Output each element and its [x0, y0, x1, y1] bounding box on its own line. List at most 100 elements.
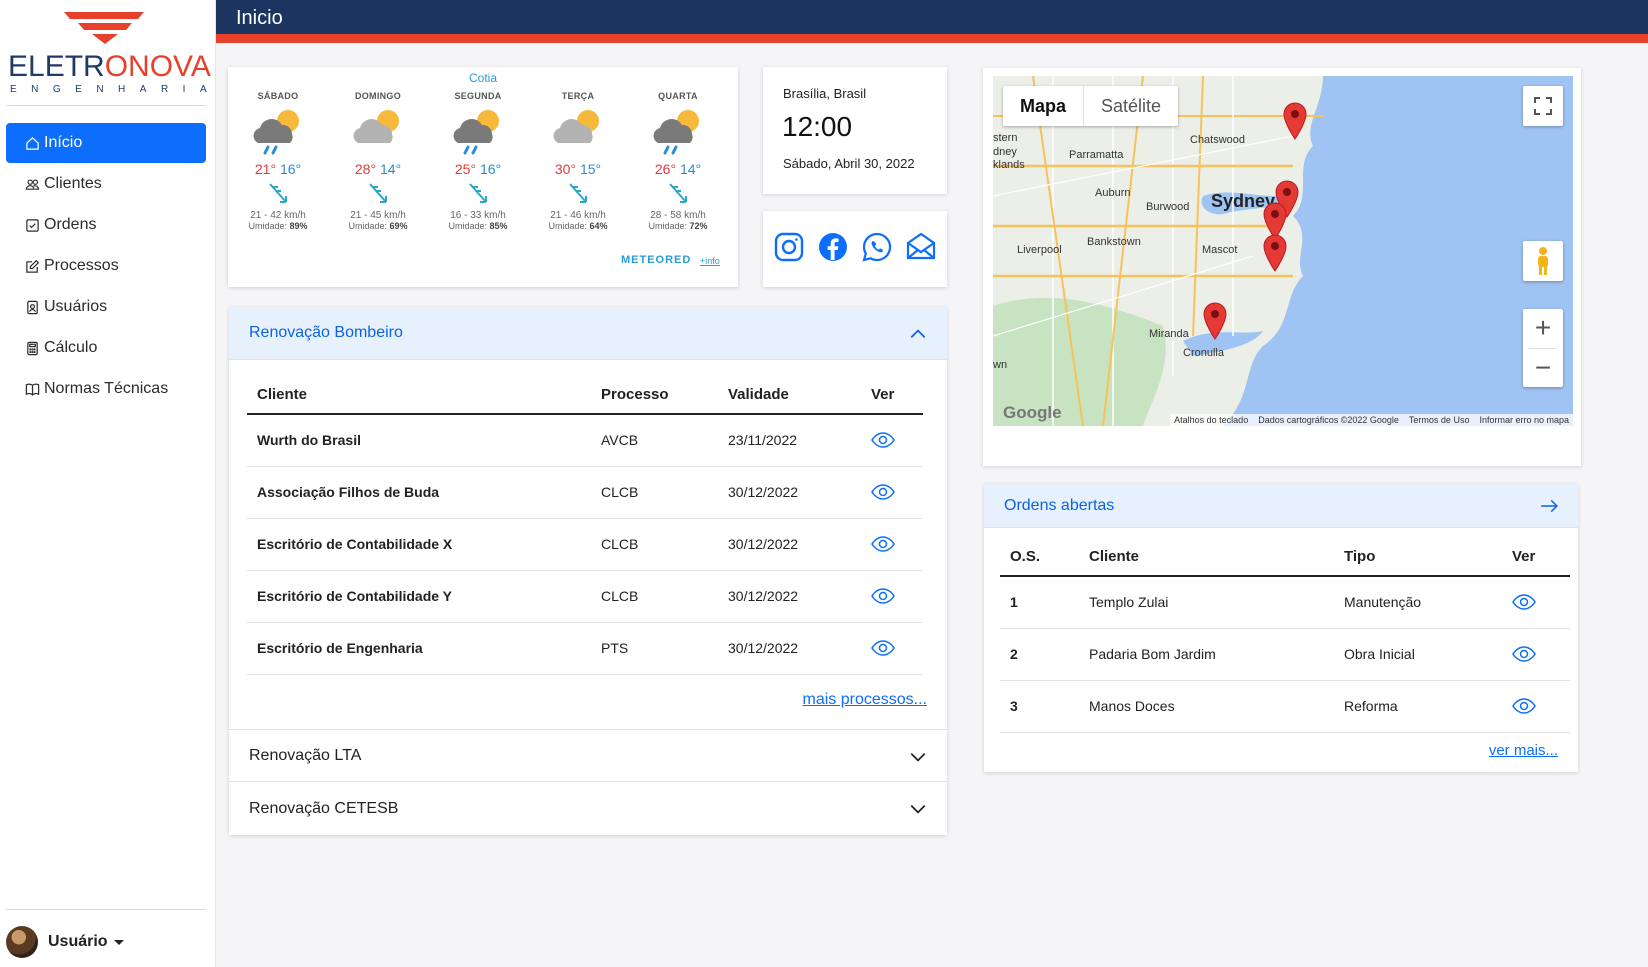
weather-day: DOMINGO 28° 14° 21 - 45 km/h Umidade: 69% — [328, 91, 428, 231]
zoom-out-icon[interactable]: − — [1535, 348, 1551, 387]
weather-day-name: DOMINGO — [354, 91, 402, 101]
sidebar-divider — [6, 909, 206, 910]
accordion-header-cetesb[interactable]: Renovação CETESB — [229, 782, 947, 835]
fullscreen-icon[interactable] — [1523, 86, 1563, 126]
map-credit-report[interactable]: Informar erro no mapa — [1479, 415, 1569, 425]
open-orders-header[interactable]: Ordens abertas — [984, 484, 1578, 528]
instagram-icon[interactable] — [773, 231, 805, 268]
accordion-header-lta[interactable]: Renovação LTA — [229, 729, 947, 782]
map-pin-icon[interactable] — [1283, 102, 1307, 140]
table-row: Escritório de Contabilidade Y CLCB 30/12/2… — [247, 570, 923, 623]
weather-widget[interactable]: Cotia SÁBADO 21° 16° 21 - 42 km/h Umidade: … — [228, 67, 738, 287]
map-credit-data: Dados cartográficos ©2022 Google — [1258, 415, 1399, 425]
cell-validade: 30/12/2022 — [718, 570, 861, 623]
map-pin-icon[interactable] — [1203, 302, 1227, 340]
sidebar-item-label: Normas Técnicas — [44, 380, 169, 397]
user-menu[interactable]: Usuário — [6, 926, 124, 958]
chevron-down-icon — [910, 805, 926, 814]
eye-icon[interactable] — [1512, 594, 1560, 611]
table-row: Escritório de Contabilidade X CLCB 30/12/2… — [247, 518, 923, 571]
weather-city: Cotia — [468, 71, 497, 85]
eye-icon[interactable] — [871, 640, 913, 656]
more-orders-link[interactable]: ver mais... — [1489, 742, 1558, 759]
facebook-icon[interactable] — [817, 231, 849, 268]
weather-humidity: Umidade: 85% — [448, 221, 508, 231]
weather-day: SÁBADO 21° 16° 21 - 42 km/h Umidade: 89% — [228, 91, 328, 231]
table-row: 1 Templo Zulai Manutenção — [1000, 576, 1570, 629]
weather-day: TERÇA 30° 15° 21 - 46 km/h Umidade: 64% — [528, 91, 628, 231]
clock-location: Brasília, Brasil — [783, 86, 867, 101]
weather-temperature: 25° 16° — [454, 161, 502, 177]
wind-direction-icon — [467, 181, 489, 205]
page-title: Inicio — [236, 7, 283, 29]
cell-validade: 30/12/2022 — [718, 622, 861, 675]
weather-temperature: 21° 16° — [254, 161, 302, 177]
mail-icon[interactable] — [905, 231, 937, 268]
street-view-pegman-icon[interactable] — [1523, 241, 1563, 281]
meteored-logo[interactable]: METEORED — [621, 254, 691, 266]
weather-humidity: Umidade: 69% — [348, 221, 408, 231]
cell-os: 1 — [1000, 576, 1079, 629]
open-orders-card: Ordens abertas O.S. Cliente Tipo Ver 1 Te… — [984, 484, 1578, 772]
map-label: Cronulla — [1183, 347, 1224, 359]
cell-processo: CLCB — [591, 570, 718, 623]
map-label: Chatswood — [1190, 134, 1246, 146]
map-credit-shortcuts[interactable]: Atalhos do teclado — [1174, 415, 1248, 425]
social-links — [763, 211, 947, 287]
map-label: Bankstown — [1087, 236, 1141, 248]
sidebar-item-processos[interactable]: Processos — [6, 246, 206, 286]
rain-cloud-sun-icon — [448, 107, 508, 155]
map-canvas[interactable]: Mapa Satélite + − Sydney Chatswood Parra… — [993, 76, 1573, 426]
map-label: stern — [993, 132, 1018, 144]
map-label: wn — [993, 359, 1008, 371]
edit-icon — [22, 259, 42, 274]
more-processes-link[interactable]: mais processos... — [803, 691, 927, 709]
renewals-accordion: Renovação Bombeiro Cliente Processo Vali… — [229, 307, 947, 835]
cell-cliente: Escritório de Contabilidade Y — [247, 570, 591, 623]
map-pin-icon[interactable] — [1263, 234, 1287, 272]
map-tab-satelite[interactable]: Satélite — [1084, 86, 1178, 126]
eye-icon[interactable] — [1512, 646, 1560, 662]
avatar — [6, 926, 38, 958]
accordion-title: Renovação Bombeiro — [249, 324, 403, 341]
sidebar-item-clientes[interactable]: Clientes — [6, 164, 206, 204]
cell-tipo: Manutenção — [1334, 576, 1502, 629]
eye-icon[interactable] — [871, 536, 913, 552]
map-credit-terms[interactable]: Termos de Uso — [1409, 415, 1470, 425]
clock-time: 12:00 — [782, 111, 853, 142]
people-icon — [22, 177, 42, 192]
eye-icon[interactable] — [871, 588, 913, 604]
table-row: Wurth do Brasil AVCB 23/11/2022 — [247, 414, 923, 467]
cell-cliente: Wurth do Brasil — [247, 414, 591, 467]
whatsapp-icon[interactable] — [861, 231, 893, 268]
meteored-info-link[interactable]: +info — [700, 256, 720, 266]
google-logo[interactable]: Google — [1003, 403, 1062, 423]
sidebar-item-inicio[interactable]: Início — [6, 123, 206, 163]
map-tab-mapa[interactable]: Mapa — [1003, 86, 1085, 126]
caret-down-icon — [113, 939, 124, 945]
sidebar-item-calculo[interactable]: Cálculo — [6, 328, 206, 368]
accordion-header-bombeiro[interactable]: Renovação Bombeiro — [229, 307, 947, 360]
zoom-controls: + − — [1523, 309, 1563, 387]
brand-logo[interactable]: ELETRONOVA ENGENHARIA — [8, 8, 211, 95]
arrow-right-icon[interactable] — [1540, 497, 1558, 515]
weather-day-name: QUARTA — [658, 91, 698, 101]
weather-wind: 28 - 58 km/h — [650, 210, 706, 221]
cell-cliente: Associação Filhos de Buda — [247, 466, 591, 519]
cell-os: 2 — [1000, 628, 1079, 681]
logo-subtitle: ENGENHARIA — [10, 84, 222, 95]
cell-os: 3 — [1000, 680, 1079, 733]
map-label: Auburn — [1095, 187, 1131, 199]
sidebar-item-label: Usuários — [44, 298, 108, 315]
rain-cloud-sun-icon — [648, 107, 708, 155]
sidebar-divider — [6, 105, 206, 106]
eye-icon[interactable] — [1512, 698, 1560, 714]
accordion-title: Renovação CETESB — [249, 799, 399, 817]
sidebar-item-normas-tecnicas[interactable]: Normas Técnicas — [6, 369, 206, 409]
top-bar-accent — [216, 34, 1648, 43]
eye-icon[interactable] — [871, 432, 913, 449]
sidebar-item-ordens[interactable]: Ordens — [6, 205, 206, 245]
zoom-in-icon[interactable]: + — [1535, 309, 1551, 348]
eye-icon[interactable] — [871, 484, 913, 500]
sidebar-item-usuarios[interactable]: Usuários — [6, 287, 206, 327]
